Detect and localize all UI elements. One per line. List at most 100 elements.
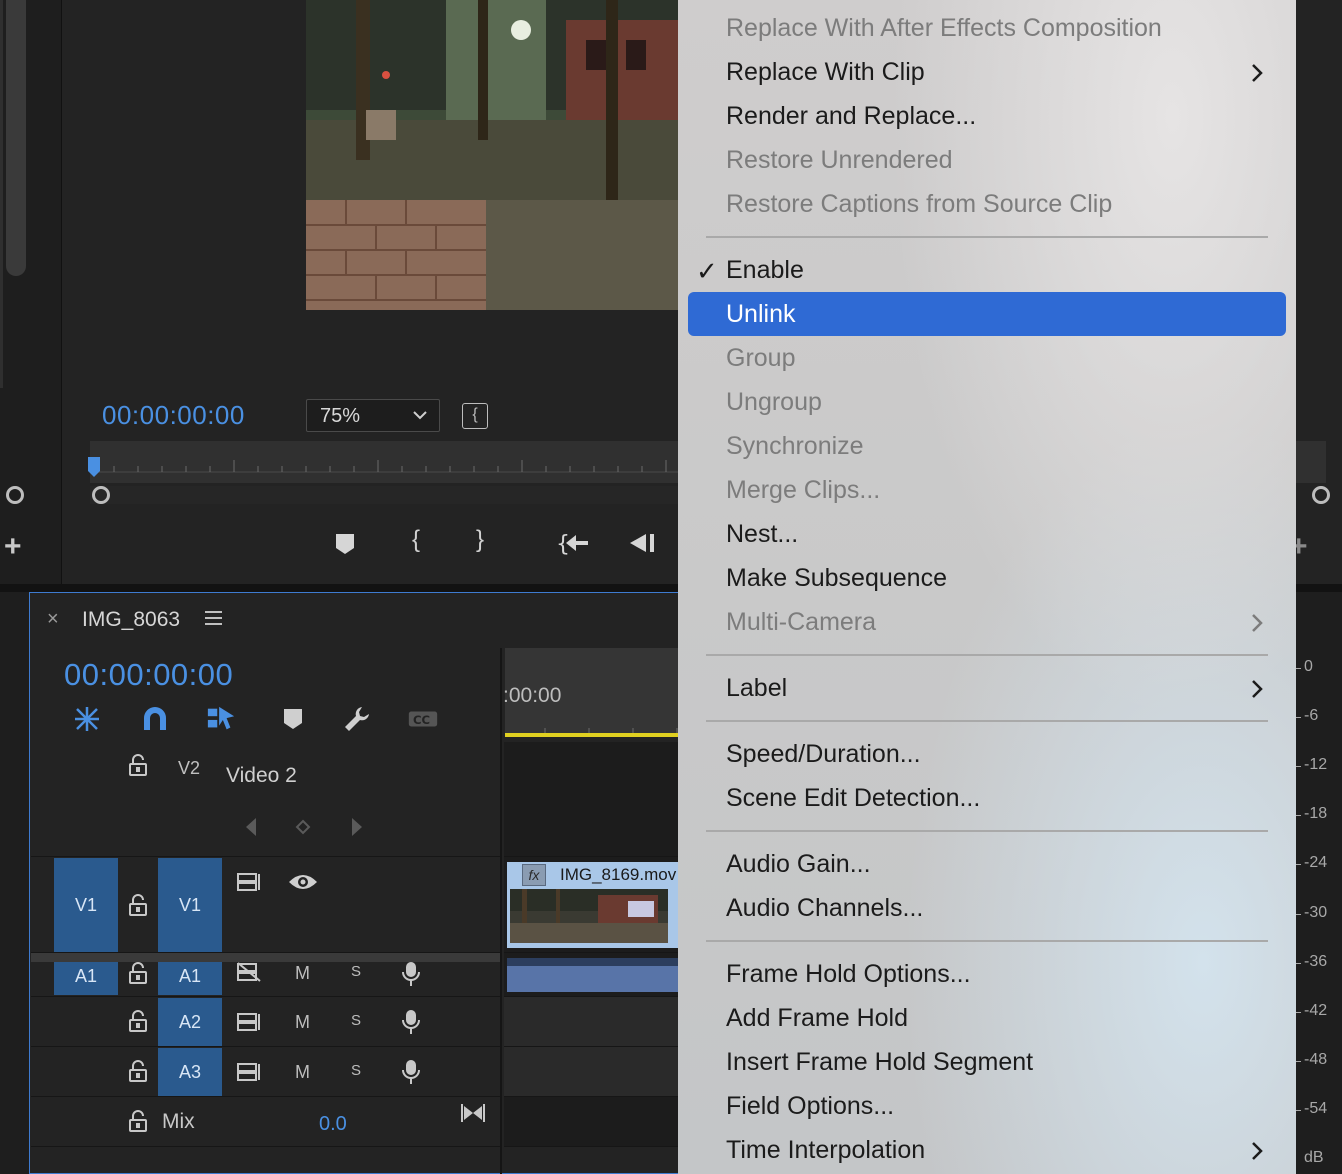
- db-label: -42: [1304, 1001, 1328, 1019]
- timeline-timecode[interactable]: 00:00:00:00: [64, 657, 233, 693]
- menu-item-render-and-replace[interactable]: Render and Replace...: [726, 102, 976, 131]
- db-label: -54: [1304, 1099, 1328, 1117]
- track-target-a3[interactable]: A3: [158, 1048, 222, 1096]
- track-target-a2[interactable]: A2: [158, 998, 222, 1046]
- add-marker-icon[interactable]: [333, 532, 357, 556]
- add-marker-timeline-icon[interactable]: [278, 704, 308, 734]
- track-content-a3[interactable]: [504, 1047, 679, 1097]
- video-audio-divider[interactable]: [31, 953, 500, 962]
- menu-item-audio-channels[interactable]: Audio Channels...: [726, 894, 923, 923]
- menu-item-label[interactable]: Label: [726, 674, 787, 703]
- menu-item-replace-with-clip[interactable]: Replace With Clip: [726, 58, 925, 87]
- solo-a3-button[interactable]: S: [351, 1062, 361, 1079]
- db-label: dB: [1304, 1149, 1324, 1166]
- clip-name: IMG_8169.mov: [560, 865, 677, 884]
- menu-item-time-interpolation[interactable]: Time Interpolation: [726, 1136, 925, 1165]
- wrench-settings-icon[interactable]: [342, 704, 372, 734]
- lock-open-icon[interactable]: [128, 1060, 148, 1082]
- lock-open-icon[interactable]: [128, 1010, 148, 1032]
- track-label-v2: V2: [178, 758, 201, 778]
- keyframe-navigator: [246, 818, 362, 836]
- linked-selection-icon[interactable]: [206, 704, 236, 734]
- svg-text:CC: CC: [413, 713, 430, 727]
- menu-item-restore-unrendered: Restore Unrendered: [726, 146, 953, 174]
- timeline-ruler-ticks: [544, 728, 678, 734]
- settings-fit-icon[interactable]: {: [462, 403, 488, 429]
- source-patch-a1[interactable]: A1: [54, 962, 118, 995]
- left-panel-edge: [0, 0, 3, 388]
- track-content-v2[interactable]: [504, 742, 679, 857]
- db-tick: [1296, 1011, 1301, 1013]
- mark-out-icon[interactable]: }: [476, 526, 484, 554]
- add-button-left-icon[interactable]: +: [4, 530, 22, 564]
- panel-menu-icon[interactable]: [205, 610, 222, 626]
- sequence-tab-title[interactable]: IMG_8063: [82, 608, 180, 632]
- menu-item-field-options[interactable]: Field Options...: [726, 1092, 894, 1121]
- ruler-ticks: [90, 460, 678, 473]
- track-content-a2[interactable]: [504, 997, 679, 1047]
- lock-open-icon[interactable]: [128, 1110, 148, 1132]
- menu-item-restore-captions-from-source-clip: Restore Captions from Source Clip: [726, 190, 1113, 218]
- microphone-icon[interactable]: [400, 1058, 422, 1086]
- solo-a2-button[interactable]: S: [351, 1012, 361, 1029]
- microphone-icon[interactable]: [400, 1008, 422, 1036]
- menu-item-enable[interactable]: Enable: [726, 256, 804, 285]
- go-to-in-icon[interactable]: {: [556, 530, 590, 556]
- left-panel-scrollbar[interactable]: [6, 0, 26, 276]
- db-tick: [1296, 668, 1301, 669]
- db-label: -30: [1304, 903, 1328, 921]
- insert-overwrite-sequence-icon[interactable]: [72, 704, 102, 734]
- right-scroll-handle[interactable]: [1312, 486, 1330, 504]
- close-sequence-icon[interactable]: ×: [47, 608, 59, 631]
- mute-a2-button[interactable]: M: [295, 1012, 310, 1033]
- menu-separator: [706, 654, 1268, 656]
- microphone-icon[interactable]: [400, 960, 422, 988]
- menu-separator: [706, 830, 1268, 832]
- menu-item-make-subsequence[interactable]: Make Subsequence: [726, 564, 947, 593]
- sync-lock-icon[interactable]: [236, 872, 264, 892]
- sync-lock-icon[interactable]: [236, 1062, 264, 1082]
- sync-lock-off-icon[interactable]: [236, 962, 264, 982]
- source-scroll-handle[interactable]: [6, 486, 24, 504]
- video-frame-image: [306, 0, 678, 310]
- menu-item-audio-gain[interactable]: Audio Gain...: [726, 850, 871, 879]
- menu-item-unlink[interactable]: Unlink: [726, 300, 795, 329]
- go-to-next-edit-icon[interactable]: [460, 1102, 486, 1124]
- lock-open-icon[interactable]: [128, 754, 148, 776]
- work-area-bar[interactable]: [505, 733, 679, 737]
- snap-magnet-icon[interactable]: [140, 704, 170, 734]
- mix-volume-value[interactable]: 0.0: [319, 1113, 347, 1136]
- audio-clip-waveform: [507, 958, 679, 966]
- sync-lock-icon[interactable]: [236, 1012, 264, 1032]
- lock-open-icon[interactable]: [128, 894, 148, 916]
- db-label: -12: [1304, 756, 1328, 774]
- mark-in-icon[interactable]: {: [412, 526, 420, 554]
- track-name-v2[interactable]: Video 2: [226, 764, 297, 788]
- menu-item-speed-duration[interactable]: Speed/Duration...: [726, 740, 921, 769]
- source-patch-v1[interactable]: V1: [54, 858, 118, 952]
- menu-separator: [706, 236, 1268, 238]
- db-label: -48: [1304, 1050, 1328, 1068]
- menu-item-insert-frame-hold-segment[interactable]: Insert Frame Hold Segment: [726, 1048, 1033, 1077]
- zoom-scroll-handle-left[interactable]: [92, 486, 110, 504]
- db-label: -36: [1304, 952, 1328, 970]
- step-back-icon[interactable]: [628, 532, 658, 554]
- track-header-a2: [31, 997, 500, 1047]
- mute-a1-button[interactable]: M: [295, 963, 310, 984]
- mute-a3-button[interactable]: M: [295, 1062, 310, 1083]
- monitor-zoom-scrollbar[interactable]: [90, 486, 678, 504]
- solo-a1-button[interactable]: S: [351, 963, 361, 980]
- menu-item-nest[interactable]: Nest...: [726, 520, 798, 549]
- track-content-mix[interactable]: [504, 1097, 679, 1147]
- menu-item-frame-hold-options[interactable]: Frame Hold Options...: [726, 960, 971, 989]
- track-target-v1[interactable]: V1: [158, 858, 222, 952]
- program-timecode[interactable]: 00:00:00:00: [102, 400, 245, 431]
- captions-cc-icon[interactable]: CC: [408, 704, 438, 734]
- eye-visibility-icon[interactable]: [288, 872, 318, 892]
- fx-badge[interactable]: fx: [522, 864, 546, 886]
- track-target-a1[interactable]: A1: [158, 962, 222, 995]
- lock-open-icon[interactable]: [128, 962, 148, 984]
- menu-item-merge-clips: Merge Clips...: [726, 476, 881, 504]
- menu-item-add-frame-hold[interactable]: Add Frame Hold: [726, 1004, 908, 1033]
- menu-item-scene-edit-detection[interactable]: Scene Edit Detection...: [726, 784, 980, 813]
